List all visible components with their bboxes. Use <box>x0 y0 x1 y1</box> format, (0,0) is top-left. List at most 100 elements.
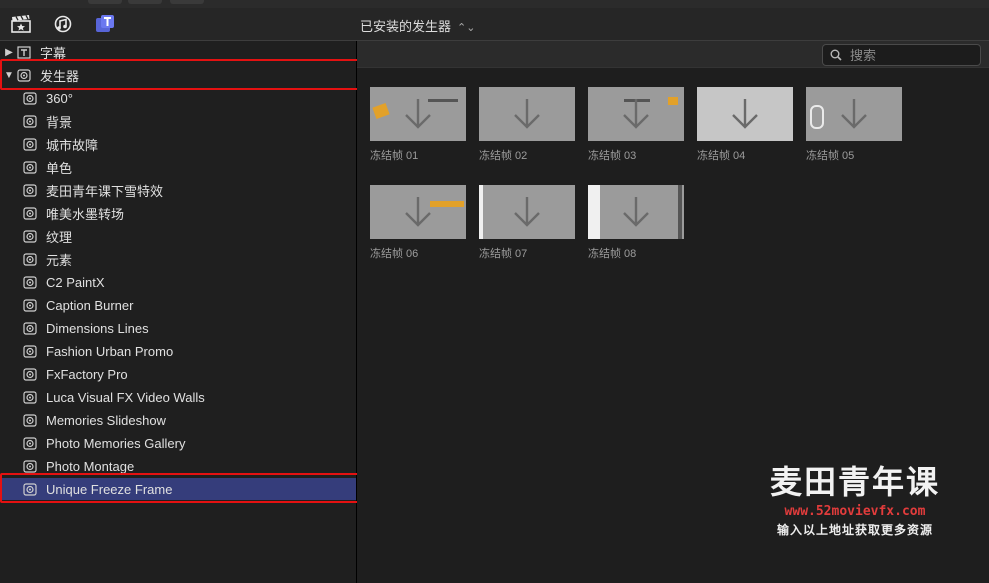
tile-caption: 冻结帧 06 <box>370 248 419 260</box>
generator-icon <box>22 459 38 473</box>
generator-icon <box>22 321 38 335</box>
tile-thumbnail <box>370 87 466 141</box>
generator-tile[interactable]: 冻结帧 06 <box>370 185 466 261</box>
sidebar-item-label: Unique Freeze Frame <box>46 481 173 497</box>
generator-tile[interactable]: 冻结帧 04 <box>697 87 793 163</box>
sidebar-item-generator[interactable]: Unique Freeze Frame <box>0 478 356 500</box>
sidebar-item-label: 纹理 <box>46 229 73 245</box>
clapper-icon[interactable] <box>10 14 32 34</box>
generator-icon <box>22 413 38 427</box>
sidebar-item-generator[interactable]: Fashion Urban Promo <box>0 340 356 362</box>
sidebar-item-generator[interactable]: 唯美水墨转场 <box>0 202 356 224</box>
generator-icon <box>22 436 38 450</box>
download-arrow-icon <box>512 97 542 134</box>
sidebar-category-titles[interactable]: ▶ 字幕 <box>0 41 356 63</box>
tile-caption: 冻结帧 04 <box>697 150 746 162</box>
generator-tile[interactable]: 冻结帧 07 <box>479 185 575 261</box>
generator-tile[interactable]: 冻结帧 02 <box>479 87 575 163</box>
sidebar-item-generator[interactable]: Photo Memories Gallery <box>0 432 356 454</box>
tile-thumbnail <box>588 87 684 141</box>
generator-tile[interactable]: 冻结帧 01 <box>370 87 466 163</box>
tile-caption: 冻结帧 03 <box>588 150 637 162</box>
download-arrow-icon <box>839 97 869 134</box>
tile-caption: 冻结帧 05 <box>806 150 855 162</box>
generator-icon <box>22 206 38 220</box>
sidebar-item-label: Photo Memories Gallery <box>46 435 186 451</box>
search-input[interactable] <box>848 46 972 64</box>
generator-icon <box>22 390 38 404</box>
watermark-title: 麦田青年课 <box>769 463 940 501</box>
search-field[interactable] <box>822 44 981 66</box>
watermark-url: www.52movievfx.com <box>784 504 926 519</box>
sidebar-item-generator[interactable]: C2 PaintX <box>0 271 356 293</box>
tile-thumbnail <box>370 185 466 239</box>
sidebar-item-label: Caption Burner <box>46 297 134 313</box>
tile-thumbnail <box>697 87 793 141</box>
sidebar-item-generator[interactable]: Luca Visual FX Video Walls <box>0 386 356 408</box>
disclosure-collapsed-icon[interactable]: ▶ <box>2 47 16 58</box>
download-arrow-icon <box>403 97 433 134</box>
generator-icon <box>22 367 38 381</box>
tile-caption: 冻结帧 08 <box>588 248 637 260</box>
generator-tile[interactable]: 冻结帧 05 <box>806 87 902 163</box>
titles-generators-icon[interactable] <box>94 14 116 34</box>
generator-icon <box>22 275 38 289</box>
tile-caption: 冻结帧 01 <box>370 150 419 162</box>
sidebar-item-label: C2 PaintX <box>46 274 105 290</box>
sidebar-item-generator[interactable]: 360° <box>0 87 356 109</box>
browser-toolbar: 已安装的发生器 ⌃⌄ <box>0 8 989 41</box>
top-edge-tab <box>128 0 162 4</box>
generator-icon <box>22 160 38 174</box>
sidebar-item-label: 元素 <box>46 252 73 268</box>
sidebar-item-label: 背景 <box>46 114 73 130</box>
watermark: 麦田青年课 www.52movievfx.com 输入以上地址获取更多资源 <box>760 462 950 538</box>
generator-tile[interactable]: 冻结帧 08 <box>588 185 684 261</box>
tile-caption: 冻结帧 07 <box>479 248 528 260</box>
sidebar-item-label: 360° <box>46 90 73 106</box>
generator-icon <box>22 114 38 128</box>
window-top-edge <box>0 0 989 8</box>
sidebar-item-generator[interactable]: Memories Slideshow <box>0 409 356 431</box>
tile-thumbnail <box>806 87 902 141</box>
disclosure-expanded-icon[interactable]: ▼ <box>2 70 16 81</box>
sidebar-item-generator[interactable]: 背景 <box>0 110 356 132</box>
sidebar-item-generator[interactable]: Dimensions Lines <box>0 317 356 339</box>
sidebar-item-generator[interactable]: 城市故障 <box>0 133 356 155</box>
titles-category-icon <box>16 45 32 59</box>
sidebar-item-label: Fashion Urban Promo <box>46 343 174 359</box>
generator-icon <box>22 183 38 197</box>
sidebar-category-generators[interactable]: ▼ 发生器 <box>0 64 356 86</box>
browser-title-menu[interactable]: 已安装的发生器 ⌃⌄ <box>360 16 475 35</box>
tile-thumbnail <box>588 185 684 239</box>
sidebar-item-generator[interactable]: Caption Burner <box>0 294 356 316</box>
generator-tile[interactable]: 冻结帧 03 <box>588 87 684 163</box>
up-down-chevron-icon: ⌃⌄ <box>457 22 476 34</box>
top-edge-tab <box>88 0 122 4</box>
music-photo-icon[interactable] <box>52 14 74 34</box>
sidebar-item-generator[interactable]: FxFactory Pro <box>0 363 356 385</box>
top-edge-tab <box>170 0 204 4</box>
sidebar-item-generator[interactable]: 纹理 <box>0 225 356 247</box>
sidebar-category-label: 字幕 <box>40 45 67 61</box>
search-icon <box>830 49 842 61</box>
browser-search-strip <box>357 41 989 68</box>
sidebar-item-generator[interactable]: 元素 <box>0 248 356 270</box>
watermark-subtitle: 输入以上地址获取更多资源 <box>776 523 933 537</box>
generator-icon <box>22 252 38 266</box>
sidebar-item-generator[interactable]: 麦田青年课下雪特效 <box>0 179 356 201</box>
download-arrow-icon <box>730 97 760 134</box>
sidebar-item-label: Photo Montage <box>46 458 135 474</box>
sidebar-item-label: Dimensions Lines <box>46 320 149 336</box>
sidebar-item-generator[interactable]: 单色 <box>0 156 356 178</box>
sidebar-item-generator[interactable]: Photo Montage <box>0 455 356 477</box>
download-arrow-icon <box>512 195 542 232</box>
sidebar-item-label: 城市故障 <box>46 137 99 153</box>
sidebar-item-label: 单色 <box>46 160 73 176</box>
generator-icon <box>22 482 38 496</box>
sidebar-item-label: 唯美水墨转场 <box>46 206 125 222</box>
download-arrow-icon <box>621 97 651 134</box>
generator-icon <box>22 137 38 151</box>
sidebar-item-label: Luca Visual FX Video Walls <box>46 389 205 405</box>
generator-icon <box>22 298 38 312</box>
download-arrow-icon <box>621 195 651 232</box>
